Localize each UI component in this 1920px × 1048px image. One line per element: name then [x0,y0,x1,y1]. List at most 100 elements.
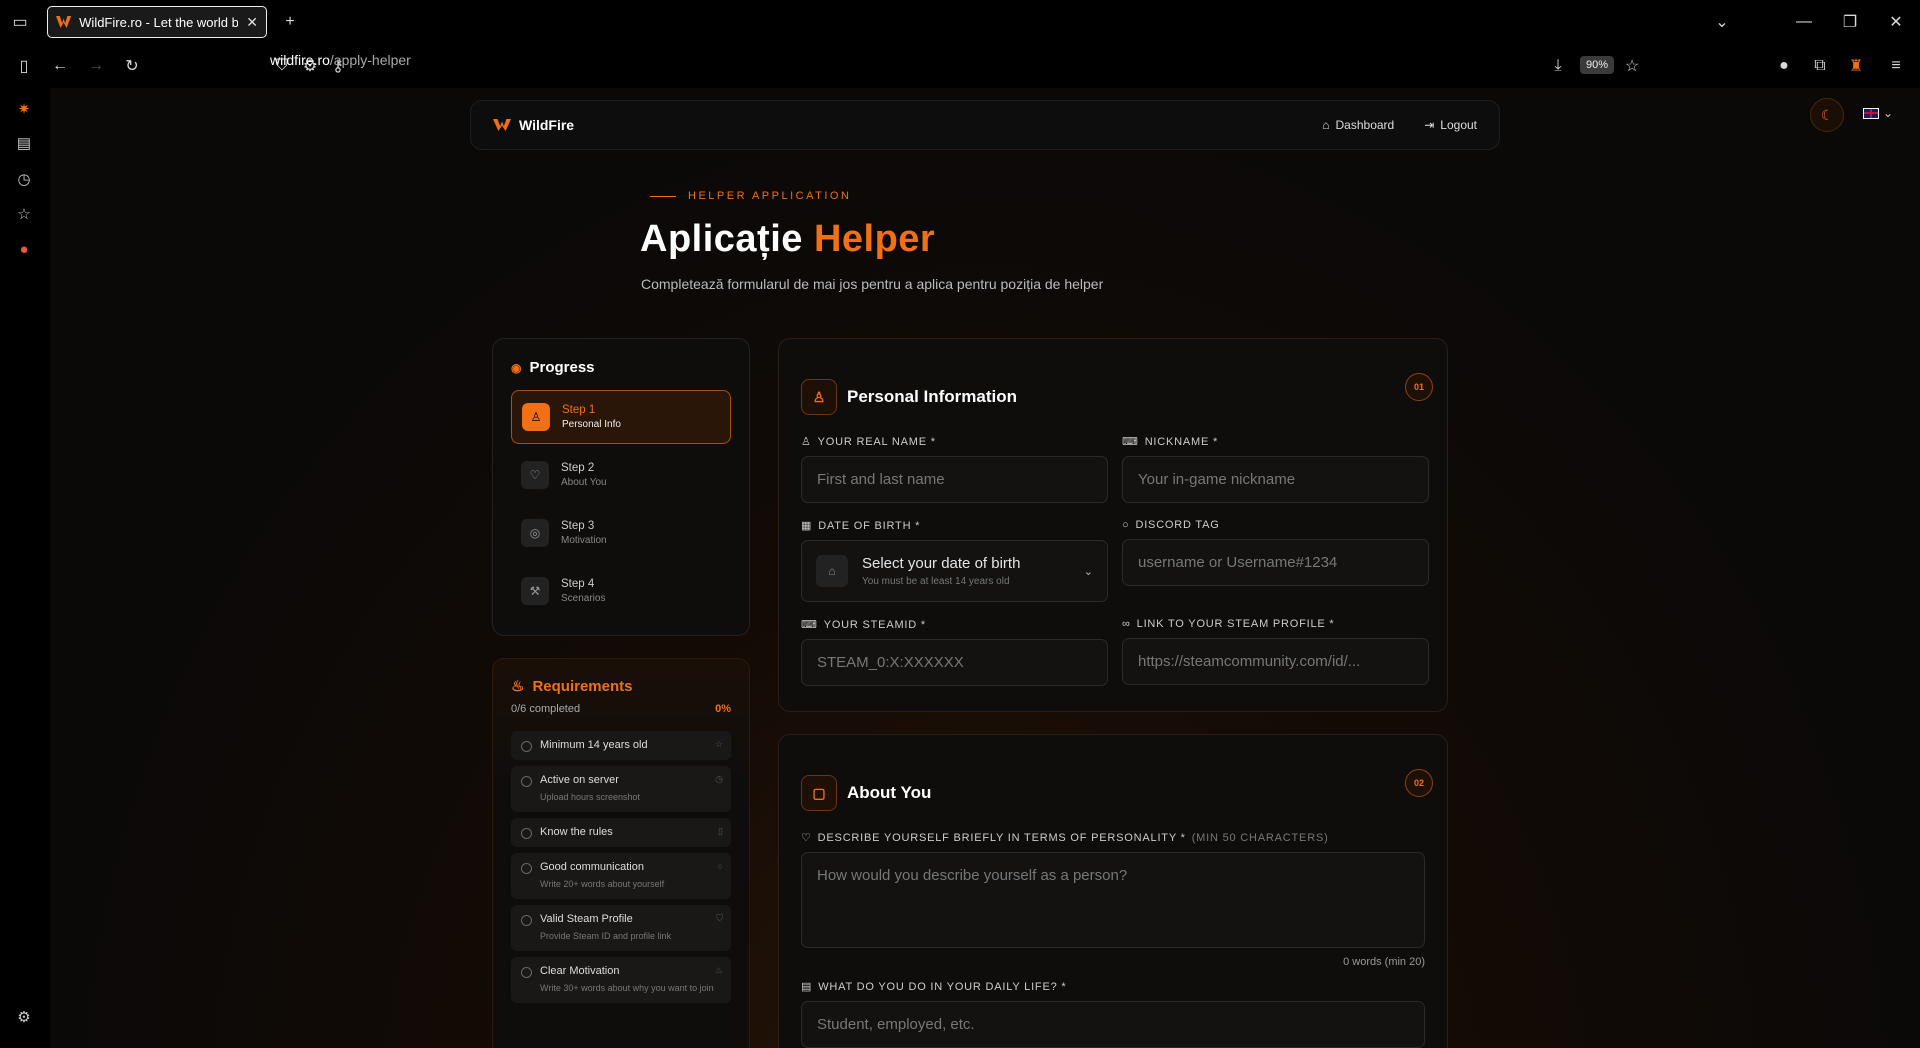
forward-icon[interactable]: → [82,52,110,80]
discord-input[interactable]: username or Username#1234 [1122,539,1429,586]
minimize-icon[interactable]: — [1790,8,1818,36]
page-subtitle: Completează formularul de mai jos pentru… [641,276,1104,292]
dob-hint: You must be at least 14 years old [862,576,1010,587]
tab-title: WildFire.ro - Let the world burn [79,14,239,30]
user-icon: ♙ [801,436,812,448]
back-icon[interactable]: ← [46,52,74,80]
step-1[interactable]: ♙ Step 1 Personal Info [511,390,731,444]
user-icon: ♙ [522,403,550,431]
requirement-sub: Upload hours screenshot [540,792,641,802]
download-icon[interactable]: ⤓ [1544,52,1572,80]
step-number: Step 3 [561,520,595,532]
title-main: Aplicație [640,218,803,260]
bookmarks-icon[interactable]: ☆ [13,203,35,225]
page-title: Aplicație Helper [640,218,935,261]
circle-icon [521,828,532,839]
moon-icon: ☾ [1820,106,1834,123]
personality-textarea[interactable]: How would you describe yourself as a per… [801,852,1425,948]
circle-icon [521,967,532,978]
daily-life-input[interactable]: Student, employed, etc. [801,1001,1425,1048]
browser-tab[interactable]: WildFire.ro - Let the world burn ✕ [47,6,267,38]
account-icon[interactable]: ● [1770,52,1798,80]
circle-icon [521,915,532,926]
user-icon: ♙ [801,379,837,415]
section-number: 01 [1405,373,1433,401]
step-number: Step 4 [561,578,595,590]
section-number: 02 [1405,769,1433,797]
requirement-sub: Provide Steam ID and profile link [540,931,672,941]
word-count: 0 words (min 20) [1343,956,1425,968]
steam-profile-input[interactable]: https://steamcommunity.com/id/... [1122,638,1429,685]
step-2[interactable]: ♡ Step 2 About You [511,448,731,502]
title-accent: Helper [813,218,936,260]
step-label: Scenarios [561,593,606,604]
theme-toggle-button[interactable]: ☾ [1810,98,1844,132]
extension-orange-icon[interactable]: ♜ [1842,52,1870,80]
firefox-view-icon[interactable]: ✷ [13,98,35,120]
personality-hint: (MIN 50 CHARACTERS) [1191,831,1329,844]
eye-icon: ◉ [511,360,522,375]
requirement-label: Minimum 14 years old [540,739,648,751]
dob-select[interactable]: ⌂ Select your date of birth You must be a… [801,540,1108,602]
bookmark-star-icon[interactable]: ☆ [1618,52,1646,80]
settings-gear-icon[interactable]: ⚙ [13,1006,35,1028]
restore-icon[interactable]: ❐ [1836,8,1864,36]
personal-info-section: 01 ♙ Personal Information ♙ YOUR REAL NAME… [778,338,1448,712]
history-icon[interactable]: ◷ [13,168,35,190]
language-selector[interactable]: ⌄ [1863,106,1893,120]
sidebar-toggle-icon[interactable]: ▯ [10,52,38,80]
zoom-level[interactable]: 90% [1580,56,1615,74]
requirement-label: Active on server [540,774,619,786]
progress-title: Progress [529,359,595,376]
tab-list-icon[interactable]: ▭ [6,8,34,36]
url-bar[interactable]: wildfire.ro/apply-helper [270,52,411,68]
steamid-input[interactable]: STEAM_0:X:XXXXXX [801,639,1108,686]
wildfire-favicon-icon [56,16,72,28]
real-name-input[interactable]: First and last name [801,456,1108,503]
gavel-icon: ⚒ [521,577,549,605]
requirements-count: 0/6 completed [511,703,581,715]
close-tab-icon[interactable]: ✕ [246,14,258,31]
clock-icon: ◷ [715,774,723,784]
requirement-item: Active on server Upload hours screenshot ◷ [511,766,731,812]
step-label: About You [561,477,607,488]
wildfire-logo-icon [493,119,511,131]
logout-icon: ⇥ [1424,118,1435,132]
site-logo[interactable]: WildFire [519,117,574,133]
book-icon: ▯ [718,826,723,836]
requirement-label: Valid Steam Profile [540,913,633,925]
logout-link[interactable]: ⇥ Logout [1424,118,1477,132]
requirements-percent: 0% [715,703,731,715]
eyebrow: HELPER APPLICATION [650,190,851,202]
step-label: Personal Info [562,419,621,430]
personality-label: DESCRIBE YOURSELF BRIEFLY IN TERMS OF PE… [817,831,1186,844]
extensions-icon[interactable]: ⧉ [1806,52,1834,80]
chevron-down-icon[interactable]: ⌄ [1708,8,1736,36]
dashboard-label: Dashboard [1335,118,1395,132]
steamid-label: YOUR STEAMID * [823,618,926,631]
close-window-icon[interactable]: ✕ [1882,8,1910,36]
reload-icon[interactable]: ↻ [118,52,146,80]
synced-tabs-icon[interactable]: ▤ [13,132,35,154]
dob-label: DATE OF BIRTH * [818,519,921,532]
about-section: 02 ▢ About You ♡ DESCRIBE YOURSELF BRIEFLY… [778,734,1448,1048]
requirement-item: Clear Motivation Write 30+ words about wh… [511,957,731,1003]
extension-colorful-icon[interactable]: ● [13,238,35,260]
nickname-label: NICKNAME * [1144,435,1219,448]
step-3[interactable]: ◎ Step 3 Motivation [511,506,731,560]
dashboard-link[interactable]: ⌂ Dashboard [1322,118,1394,132]
home-icon: ⌂ [1322,118,1330,132]
flame-icon: ♨ [714,965,723,975]
site-header: WildFire ⌂ Dashboard ⇥ Logout [470,100,1500,150]
discord-label: DISCORD TAG [1135,519,1220,531]
menu-icon[interactable]: ≡ [1882,52,1910,80]
nickname-input[interactable]: Your in-game nickname [1122,456,1429,503]
circle-icon [521,741,532,752]
step-4[interactable]: ⚒ Step 4 Scenarios [511,564,731,618]
requirement-sub: Write 20+ words about yourself [540,879,665,889]
requirement-item: Good communication Write 20+ words about … [511,853,731,899]
new-tab-icon[interactable]: + [276,8,304,36]
requirements-card: ♨ Requirements 0/6 completed 0% Minimum 14… [492,658,750,1048]
heart-icon: ♡ [521,461,549,489]
cake-icon: ⌂ [816,555,848,587]
